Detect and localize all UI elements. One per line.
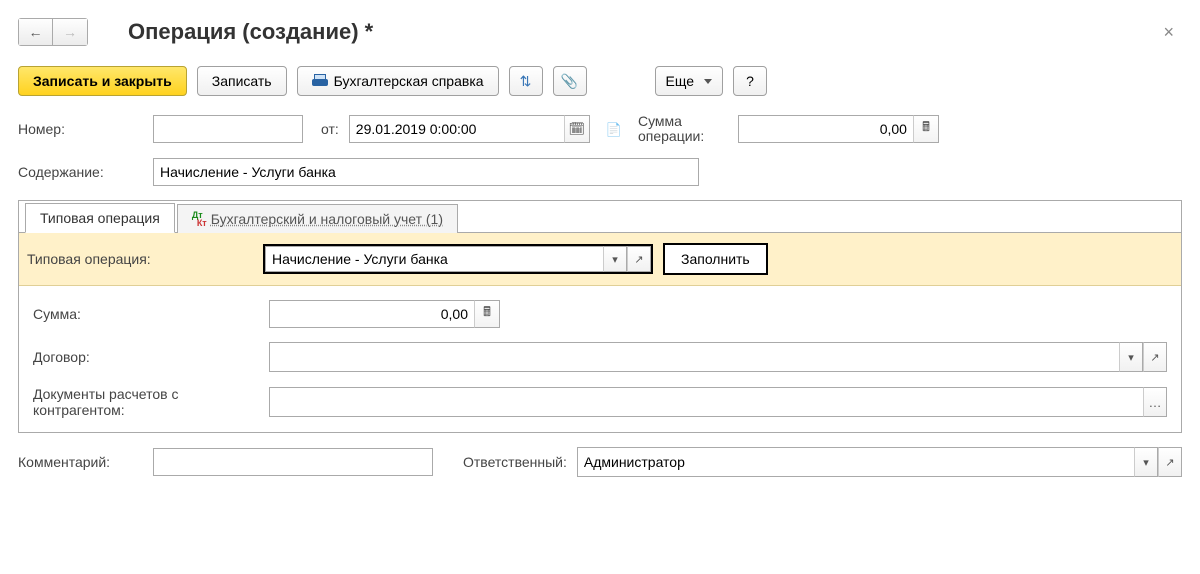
responsible-open-button[interactable] <box>1158 447 1182 477</box>
description-label: Содержание: <box>18 164 143 180</box>
tree-view-button[interactable] <box>509 66 543 96</box>
help-button[interactable]: ? <box>733 66 767 96</box>
date-from-label: от: <box>321 121 339 137</box>
row-comment-responsible: Комментарий: Ответственный: ▾ <box>18 447 1182 477</box>
comment-label: Комментарий: <box>18 454 143 470</box>
settlement-docs-label: Документы расчетов с контрагентом: <box>33 386 259 418</box>
comment-input[interactable] <box>153 448 433 476</box>
print-report-label: Бухгалтерская справка <box>334 73 484 89</box>
template-dropdown-button[interactable]: ▾ <box>603 246 627 272</box>
sum-input[interactable] <box>738 115 913 143</box>
tree-icon <box>520 73 532 90</box>
paperclip-icon <box>561 73 578 90</box>
contract-open-button[interactable] <box>1143 342 1167 372</box>
row-number-date-sum: Номер: от: Сумма операции: <box>18 114 1182 144</box>
dtkt-icon: Дт Кт <box>192 211 207 227</box>
amount-label: Сумма: <box>33 306 259 322</box>
printer-icon <box>312 74 328 88</box>
settlement-docs-browse-button[interactable] <box>1143 387 1167 417</box>
fill-button[interactable]: Заполнить <box>663 243 768 275</box>
open-external-icon <box>1165 456 1174 469</box>
contract-dropdown-button[interactable]: ▾ <box>1119 342 1143 372</box>
tabs-container: Типовая операция Дт Кт Бухгалтерский и н… <box>18 200 1182 433</box>
more-button[interactable]: Еще <box>655 66 724 96</box>
template-open-button[interactable] <box>627 246 651 272</box>
row-amount: Сумма: <box>33 300 1167 328</box>
settlement-docs-select <box>269 387 1167 417</box>
date-input[interactable] <box>349 115 564 143</box>
responsible-label: Ответственный: <box>463 454 567 470</box>
responsible-dropdown-button[interactable]: ▾ <box>1134 447 1158 477</box>
tab1-label: Типовая операция <box>40 210 160 226</box>
responsible-input[interactable] <box>577 447 1134 477</box>
template-operation-select: ▾ <box>263 244 653 274</box>
tab-headers: Типовая операция Дт Кт Бухгалтерский и н… <box>19 201 1181 233</box>
calculator-icon <box>483 303 491 325</box>
header-row: ← → Операция (создание) * × <box>18 18 1182 46</box>
tab2-label: Бухгалтерский и налоговый учет (1) <box>211 211 443 227</box>
date-input-group <box>349 115 590 143</box>
nav-buttons: ← → <box>18 18 88 46</box>
save-and-close-button[interactable]: Записать и закрыть <box>18 66 187 96</box>
template-operation-input[interactable] <box>265 246 603 272</box>
row-settlement-docs: Документы расчетов с контрагентом: <box>33 386 1167 418</box>
save-button[interactable]: Записать <box>197 66 287 96</box>
number-input[interactable] <box>153 115 303 143</box>
contract-label: Договор: <box>33 349 259 365</box>
number-label: Номер: <box>18 121 143 137</box>
responsible-select: ▾ <box>577 447 1182 477</box>
row-description: Содержание: <box>18 158 1182 186</box>
tab-body: Типовая операция: ▾ Заполнить Сумма: Дог… <box>19 233 1181 432</box>
calendar-button[interactable] <box>564 115 590 143</box>
amount-input[interactable] <box>269 300 474 328</box>
description-input[interactable] <box>153 158 699 186</box>
calendar-icon <box>569 121 586 137</box>
ellipsis-icon <box>1149 395 1162 410</box>
contract-input[interactable] <box>269 342 1119 372</box>
print-report-button[interactable]: Бухгалтерская справка <box>297 66 499 96</box>
template-operation-row: Типовая операция: ▾ Заполнить <box>19 233 1181 286</box>
settlement-docs-input[interactable] <box>269 387 1143 417</box>
contract-select: ▾ <box>269 342 1167 372</box>
sum-calc-button[interactable] <box>913 115 939 143</box>
amount-calc-button[interactable] <box>474 300 500 328</box>
page-title: Операция (создание) * <box>128 19 373 45</box>
tab-accounting[interactable]: Дт Кт Бухгалтерский и налоговый учет (1) <box>177 204 458 233</box>
attachments-button[interactable] <box>553 66 587 96</box>
toolbar: Записать и закрыть Записать Бухгалтерска… <box>18 66 1182 96</box>
calculator-icon <box>922 118 930 140</box>
sum-input-group <box>738 115 939 143</box>
close-icon[interactable]: × <box>1155 22 1182 43</box>
template-operation-label: Типовая операция: <box>27 251 253 267</box>
sum-label: Сумма операции: <box>638 114 728 144</box>
doc-icon <box>606 121 622 138</box>
amount-input-group <box>269 300 500 328</box>
tab-template-operation[interactable]: Типовая операция <box>25 203 175 233</box>
open-external-icon <box>634 253 643 266</box>
row-contract: Договор: ▾ <box>33 342 1167 372</box>
open-external-icon <box>1150 351 1159 364</box>
nav-back-button[interactable]: ← <box>19 19 53 45</box>
nav-forward-button[interactable]: → <box>53 19 87 45</box>
